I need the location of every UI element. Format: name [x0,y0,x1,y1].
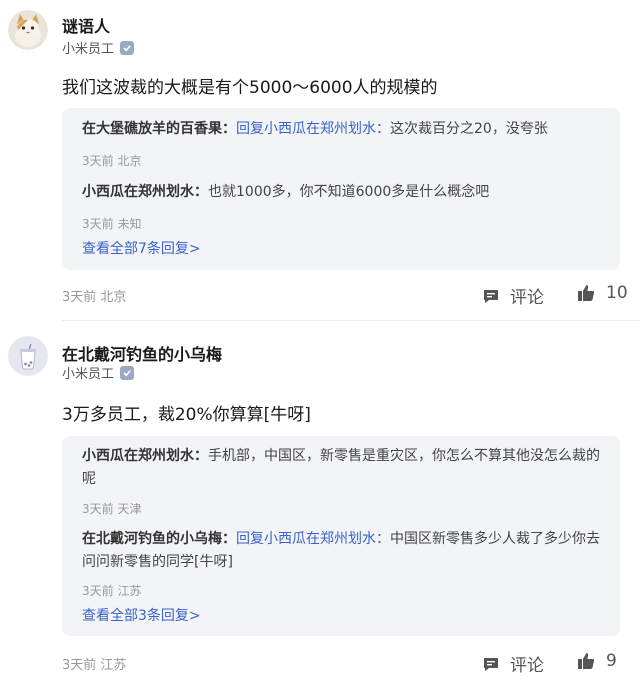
comment-icon [484,657,498,671]
user-role: 小米员工 [62,363,135,382]
comment-item: 在北戴河钓鱼的小乌梅 小米员工 3万多员工，裁20%你算算[牛呀] 小西瓜在郑州… [0,320,640,684]
username[interactable]: 在北戴河钓鱼的小乌梅 [62,341,222,365]
thumbs-up-icon [578,285,595,301]
verified-icon [120,365,135,380]
reply-item[interactable]: 在北戴河钓鱼的小乌梅：回复小西瓜在郑州划水：中国区新零售多少人裁了多少你去问问新… [82,528,607,574]
reply-item[interactable]: 小西瓜在郑州划水：也就1000多，你不知道6000多是什么概念吧 [82,181,607,204]
comment-item: 谜语人 小米员工 我们这波裁的大概是有个5000～6000人的规模的 在大堡礁放… [0,0,640,320]
reply-author[interactable]: 在大堡礁放羊的百香果： [82,121,236,137]
reply-meta: 3天前 未知 [82,217,142,231]
comment-button[interactable]: 评论 [482,283,544,308]
role-label: 小米员工 [62,42,115,57]
user-role: 小米员工 [62,38,135,57]
reply-meta: 3天前 北京 [82,154,142,168]
role-label: 小米员工 [62,367,115,382]
like-button[interactable]: 9 [576,651,617,671]
user-avatar-cup[interactable] [8,336,48,376]
comment-label: 评论 [510,656,544,676]
thumbs-up-icon [578,653,595,669]
reply-box: 在大堡礁放羊的百香果：回复小西瓜在郑州划水：这次裁百分之20，没夸张 3天前 北… [62,108,620,270]
cat-avatar-icon [8,10,48,50]
reply-box: 小西瓜在郑州划水：手机部，中国区，新零售是重灾区，你怎么不算其他没怎么裁的呢 3… [62,436,620,636]
reply-item[interactable]: 小西瓜在郑州划水：手机部，中国区，新零售是重灾区，你怎么不算其他没怎么裁的呢 [82,445,607,491]
username[interactable]: 谜语人 [62,13,110,37]
comment-text: 我们这波裁的大概是有个5000～6000人的规模的 [62,78,438,98]
comment-meta: 3天前 北京 [62,290,127,305]
reply-to-link[interactable]: 回复小西瓜在郑州划水： [236,121,390,137]
view-all-replies-link[interactable]: 查看全部3条回复> [82,605,201,625]
like-count: 10 [606,283,628,303]
reply-content: 这次裁百分之20，没夸张 [390,121,548,137]
reply-author[interactable]: 小西瓜在郑州划水： [82,184,208,200]
verified-icon [120,40,135,55]
comment-meta: 3天前 江苏 [62,658,127,673]
like-button[interactable]: 10 [576,283,628,303]
comment-icon [484,289,498,303]
reply-content: 也就1000多，你不知道6000多是什么概念吧 [208,184,490,200]
reply-item[interactable]: 在大堡礁放羊的百香果：回复小西瓜在郑州划水：这次裁百分之20，没夸张 [82,118,607,141]
view-all-replies-link[interactable]: 查看全部7条回复> [82,238,201,258]
comment-label: 评论 [510,288,544,308]
reply-to-link[interactable]: 回复小西瓜在郑州划水： [236,531,390,547]
reply-author[interactable]: 小西瓜在郑州划水： [82,448,208,464]
like-count: 9 [606,651,617,671]
comment-button[interactable]: 评论 [482,651,544,676]
comment-text: 3万多员工，裁20%你算算[牛呀] [62,405,311,425]
user-avatar-cat[interactable] [8,10,48,50]
reply-author[interactable]: 在北戴河钓鱼的小乌梅： [82,531,236,547]
reply-meta: 3天前 江苏 [82,584,142,598]
tea-cup-avatar-icon [8,336,48,376]
reply-meta: 3天前 天津 [82,502,142,516]
